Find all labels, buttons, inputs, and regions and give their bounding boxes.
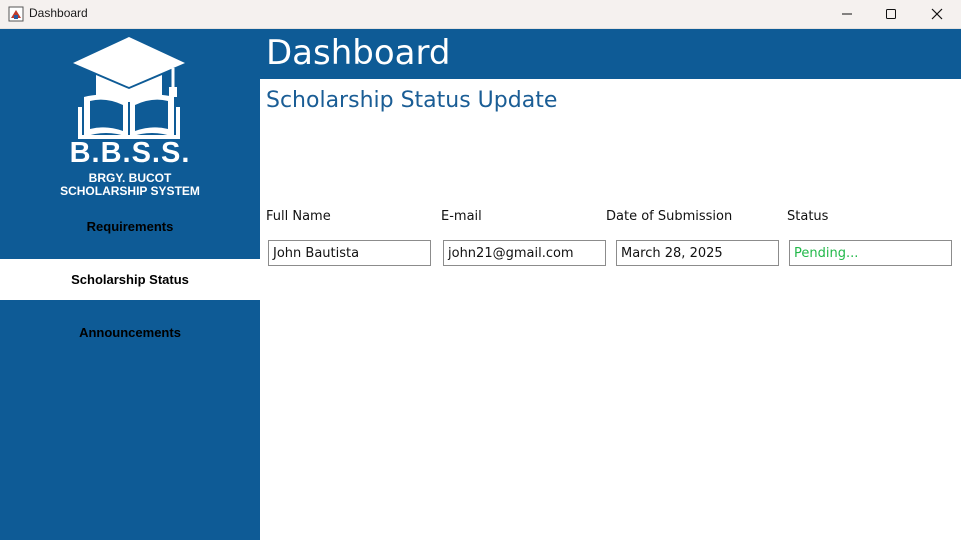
window-title: Dashboard (29, 6, 88, 20)
app-icon[interactable] (8, 6, 24, 22)
logo-title: B.B.S.S. (69, 137, 191, 169)
sidebar-item-label: Scholarship Status (71, 272, 189, 287)
graduation-cap-book-logo (60, 35, 200, 140)
sidebar: B.B.S.S. BRGY. BUCOT SCHOLARSHIP SYSTEM … (0, 29, 260, 540)
minimize-button[interactable] (824, 0, 870, 29)
page-title: Dashboard (266, 33, 451, 73)
sidebar-item-announcements[interactable]: Announcements (0, 312, 260, 353)
status-label: Status (787, 209, 829, 224)
minimize-icon (841, 5, 853, 24)
close-button[interactable] (914, 0, 960, 29)
sidebar-item-label: Announcements (79, 325, 181, 340)
logo-subtitle-barangay: BRGY. BUCOT (88, 171, 172, 185)
logo-subtitle-system: SCHOLARSHIP SYSTEM (60, 184, 200, 198)
sidebar-item-label: Requirements (86, 219, 174, 234)
app-window: Dashboard B.B.S.S. BRGY. BUCOT SCHOLARSH… (0, 0, 961, 540)
maximize-button[interactable] (868, 0, 914, 29)
date-of-submission-label: Date of Submission (606, 209, 733, 224)
full-name-label: Full Name (266, 209, 331, 224)
status-field[interactable]: Pending... (789, 240, 952, 266)
email-label: E-mail (441, 209, 482, 224)
maximize-icon (885, 5, 897, 24)
sidebar-item-scholarship-status[interactable]: Scholarship Status (0, 259, 260, 300)
page-header: Dashboard (260, 29, 961, 79)
section-title: Scholarship Status Update (266, 88, 558, 113)
email-field[interactable]: john21@gmail.com (443, 240, 606, 266)
sidebar-item-requirements[interactable]: Requirements (0, 206, 260, 247)
full-name-field[interactable]: John Bautista (268, 240, 431, 266)
title-bar[interactable]: Dashboard (0, 0, 961, 29)
date-of-submission-field[interactable]: March 28, 2025 (616, 240, 779, 266)
close-icon (931, 5, 943, 24)
